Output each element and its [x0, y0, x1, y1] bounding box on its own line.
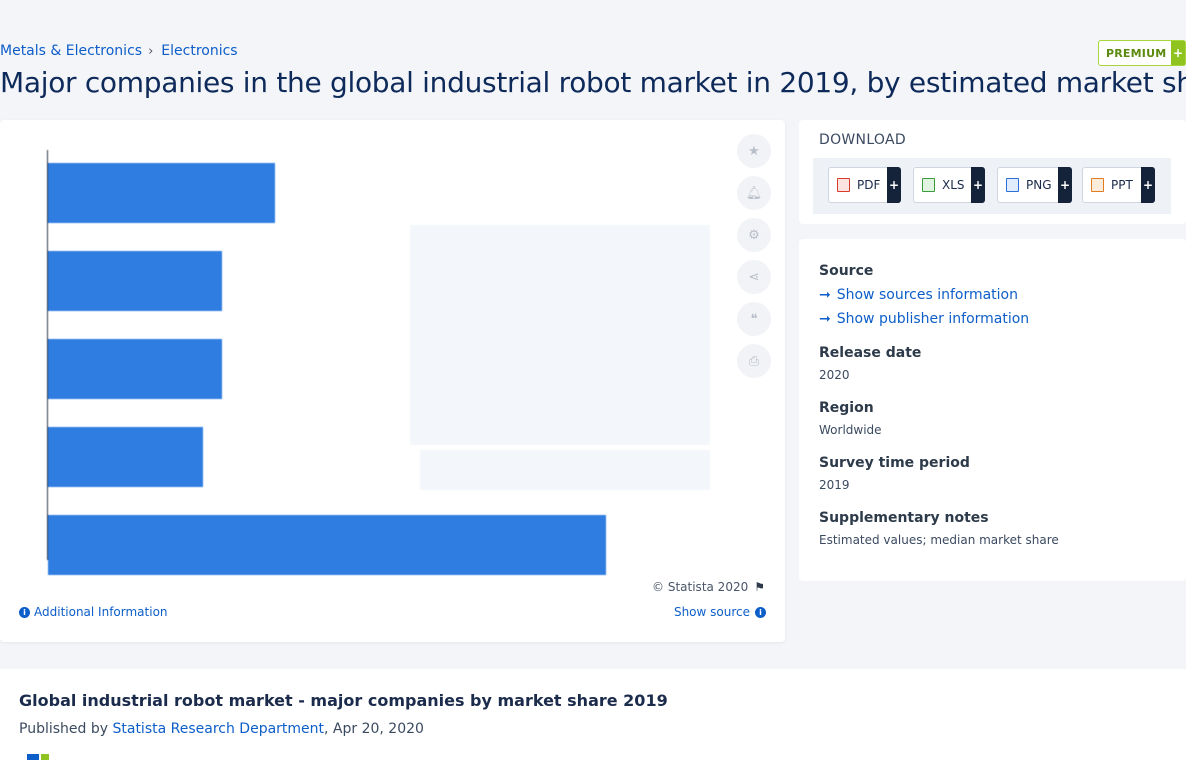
show-sources-link[interactable]: ➞ Show sources information — [819, 287, 1018, 303]
plus-icon: + — [971, 167, 985, 203]
premium-label: PREMIUM — [1106, 46, 1167, 60]
flag-icon[interactable]: ⚑ — [754, 580, 765, 594]
show-publisher-link[interactable]: ➞ Show publisher information — [819, 311, 1029, 327]
download-card: DOWNLOAD PDF + XLS + PNG + PPT + — [799, 120, 1186, 224]
top-bar — [0, 0, 1186, 38]
info-icon: i — [755, 606, 766, 618]
pdf-icon — [837, 178, 850, 192]
download-ppt-button[interactable]: PPT + — [1082, 167, 1155, 203]
supplementary-notes-label: Supplementary notes — [819, 510, 989, 526]
region-label: Region — [819, 400, 874, 416]
chart-bar — [48, 251, 222, 311]
png-icon — [1006, 178, 1019, 192]
copyright: © Statista 2020 ⚑ — [652, 580, 765, 594]
breadcrumb-electronics[interactable]: Electronics — [161, 43, 237, 59]
breadcrumb-separator: › — [148, 43, 154, 59]
publisher-link[interactable]: Statista Research Department — [112, 721, 324, 737]
paywall-overlay-strip — [420, 450, 710, 490]
download-png-label: PNG — [1026, 178, 1052, 192]
chart-bar — [48, 339, 222, 399]
arrow-right-icon: ➞ — [819, 311, 831, 327]
info-icon: i — [19, 606, 30, 618]
survey-period-value: 2019 — [819, 478, 850, 492]
page-title: Major companies in the global industrial… — [0, 66, 1186, 99]
region-value: Worldwide — [819, 423, 882, 437]
download-title: DOWNLOAD — [819, 132, 906, 148]
show-source-label: Show source — [673, 605, 750, 619]
chart-tools: ★ 🔔︎ ⚙ ⋖ ❝ ⎙ — [737, 134, 773, 386]
show-source-link[interactable]: Show source i — [674, 605, 766, 619]
breadcrumb-metals-electronics[interactable]: Metals & Electronics — [0, 43, 142, 59]
additional-information-label: Additional Information — [34, 605, 168, 619]
plus-icon: + — [1058, 167, 1072, 203]
quote-icon[interactable]: ❝ — [737, 302, 771, 336]
green-mark-icon — [41, 754, 49, 760]
chart-bar — [48, 515, 606, 575]
download-row: PDF + XLS + PNG + PPT + — [813, 158, 1171, 214]
download-xls-button[interactable]: XLS + — [913, 167, 985, 203]
chart-area — [20, 140, 720, 580]
chart-bar — [48, 427, 203, 487]
xls-icon — [922, 178, 935, 192]
arrow-right-icon: ➞ — [819, 287, 831, 303]
release-date-value: 2020 — [819, 368, 850, 382]
release-date-label: Release date — [819, 345, 922, 361]
additional-information-link[interactable]: i Additional Information — [19, 605, 168, 619]
paywall-overlay — [410, 225, 710, 445]
show-publisher-label: Show publisher information — [836, 311, 1030, 327]
download-pdf-button[interactable]: PDF + — [828, 167, 901, 203]
download-xls-label: XLS — [942, 178, 965, 192]
blue-mark-icon — [27, 754, 39, 760]
premium-badge[interactable]: PREMIUM + — [1098, 40, 1186, 66]
download-png-button[interactable]: PNG + — [997, 167, 1072, 203]
premium-plus-icon: + — [1171, 41, 1185, 65]
download-pdf-label: PDF — [857, 178, 881, 192]
source-label: Source — [819, 263, 874, 279]
chart-bar — [48, 163, 275, 223]
bell-icon[interactable]: 🔔︎ — [737, 176, 771, 210]
breadcrumb: Metals & Electronics › Electronics — [0, 43, 238, 59]
plus-icon: + — [887, 167, 901, 203]
statistic-title: Global industrial robot market - major c… — [19, 691, 668, 710]
share-icon[interactable]: ⋖ — [737, 260, 771, 294]
statistic-info-card: Source ➞ Show sources information ➞ Show… — [799, 239, 1186, 581]
gear-icon[interactable]: ⚙ — [737, 218, 771, 252]
star-icon[interactable]: ★ — [737, 134, 771, 168]
copyright-text: © Statista 2020 — [652, 580, 749, 594]
supplementary-notes-value: Estimated values; median market share — [819, 533, 1059, 547]
footer-icons — [27, 754, 49, 760]
published-by: Published by Statista Research Departmen… — [19, 721, 424, 737]
chart-card: ★ 🔔︎ ⚙ ⋖ ❝ ⎙ © Statista 2020 ⚑ i Additio… — [0, 120, 785, 642]
plus-icon: + — [1141, 167, 1155, 203]
download-ppt-label: PPT — [1111, 178, 1133, 192]
footer-card: Global industrial robot market - major c… — [0, 669, 1186, 760]
print-icon[interactable]: ⎙ — [737, 344, 771, 378]
show-sources-label: Show sources information — [836, 287, 1018, 303]
survey-period-label: Survey time period — [819, 455, 970, 471]
ppt-icon — [1091, 178, 1104, 192]
published-prefix: Published by — [19, 721, 113, 737]
published-date: , Apr 20, 2020 — [324, 721, 424, 737]
